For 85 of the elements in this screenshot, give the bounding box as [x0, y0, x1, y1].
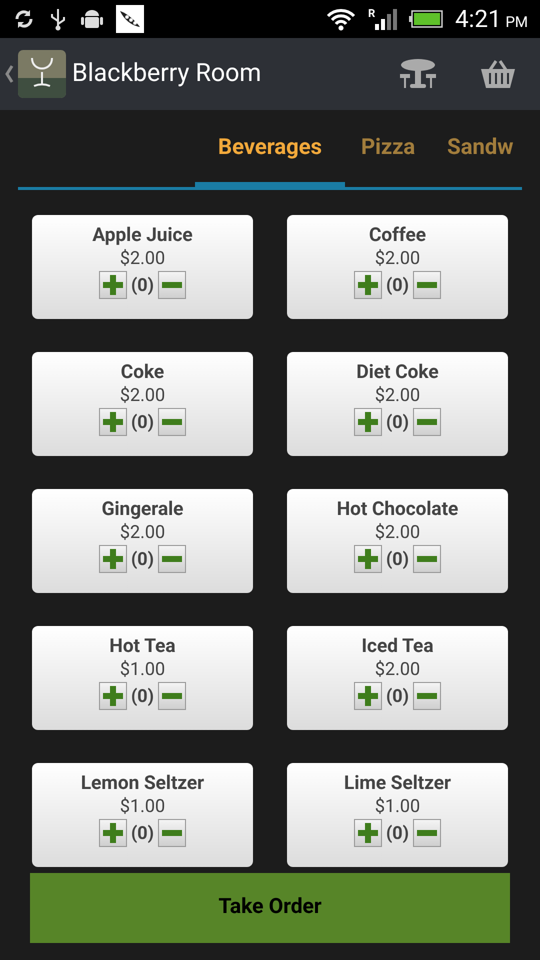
item-price: $2.00 [374, 658, 420, 682]
item-quantity: (0) [386, 274, 409, 298]
take-order-button[interactable]: Take Order [30, 873, 510, 943]
item-name: Lime Seltzer [344, 771, 451, 795]
item-name: Hot Chocolate [336, 497, 458, 521]
item-price: $2.00 [120, 247, 166, 271]
category-tab[interactable]: Sandw [431, 113, 530, 187]
back-chevron-icon[interactable] [4, 64, 14, 84]
wifi-icon [326, 7, 356, 31]
usb-icon [48, 7, 68, 31]
remove-button[interactable] [158, 545, 186, 573]
add-button[interactable] [99, 271, 128, 299]
plus-icon [102, 548, 124, 570]
item-price: $1.00 [374, 795, 420, 819]
plus-icon [357, 685, 380, 707]
item-quantity: (0) [131, 822, 154, 846]
item-name: Coke [120, 360, 164, 384]
signal-icon [375, 8, 398, 30]
add-button[interactable] [99, 545, 128, 573]
item-quantity: (0) [131, 548, 154, 572]
plus-icon [357, 822, 380, 844]
basket-icon[interactable] [480, 58, 516, 90]
minus-icon [162, 282, 182, 288]
category-tab[interactable]: Pizza [345, 113, 432, 187]
item-quantity: (0) [386, 548, 409, 572]
item-quantity: (0) [386, 822, 409, 846]
item-price: $2.00 [120, 384, 166, 408]
minus-icon [416, 282, 437, 288]
item-name: Hot Tea [109, 634, 176, 658]
plus-icon [102, 822, 124, 844]
minus-icon [416, 693, 437, 699]
minus-icon [416, 556, 437, 562]
plus-icon [357, 274, 380, 296]
add-button[interactable] [354, 408, 382, 436]
wine-glass-logo-icon[interactable] [18, 50, 66, 98]
minus-icon [162, 556, 182, 562]
item-name: Gingerale [102, 497, 184, 521]
minus-icon [416, 830, 437, 836]
item-name: Lemon Seltzer [80, 771, 204, 795]
item-quantity: (0) [131, 274, 154, 298]
remove-button[interactable] [158, 819, 186, 847]
peapod-icon [116, 5, 144, 33]
plus-icon [102, 274, 124, 296]
item-quantity: (0) [131, 684, 154, 708]
item-quantity: (0) [131, 410, 154, 434]
remove-button[interactable] [412, 682, 441, 710]
add-button[interactable] [354, 682, 382, 710]
add-button[interactable] [354, 271, 382, 299]
remove-button[interactable] [158, 682, 186, 710]
plus-icon [357, 411, 380, 433]
minus-icon [162, 693, 182, 699]
remove-button[interactable] [412, 819, 441, 847]
item-price: $2.00 [374, 521, 420, 545]
item-price: $2.00 [374, 247, 420, 271]
item-price: $1.00 [120, 795, 166, 819]
item-quantity: (0) [386, 684, 409, 708]
item-name: Iced Tea [362, 634, 434, 658]
clock-ampm: PM [505, 12, 528, 33]
minus-icon [162, 419, 182, 425]
item-quantity: (0) [386, 410, 409, 434]
item-name: Coffee [368, 223, 426, 247]
remove-button[interactable] [158, 271, 186, 299]
item-price: $2.00 [374, 384, 420, 408]
remove-button[interactable] [158, 408, 186, 436]
add-button[interactable] [99, 819, 128, 847]
restaurant-title: Blackberry Room [72, 58, 262, 90]
remove-button[interactable] [412, 271, 441, 299]
roaming-indicator: R [368, 8, 376, 19]
add-button[interactable] [99, 408, 128, 436]
item-price: $1.00 [120, 658, 166, 682]
remove-button[interactable] [412, 545, 441, 573]
minus-icon [416, 419, 437, 425]
plus-icon [102, 685, 124, 707]
item-name: Diet Coke [356, 360, 439, 384]
item-price: $2.00 [120, 521, 166, 545]
plus-icon [357, 548, 380, 570]
item-name: Apple Juice [92, 223, 193, 247]
add-button[interactable] [354, 545, 382, 573]
battery-icon [409, 10, 444, 28]
add-button[interactable] [354, 819, 382, 847]
clock-time: 4:21 [455, 4, 502, 35]
add-button[interactable] [99, 682, 128, 710]
minus-icon [162, 830, 182, 836]
plus-icon [102, 411, 124, 433]
remove-button[interactable] [412, 408, 441, 436]
